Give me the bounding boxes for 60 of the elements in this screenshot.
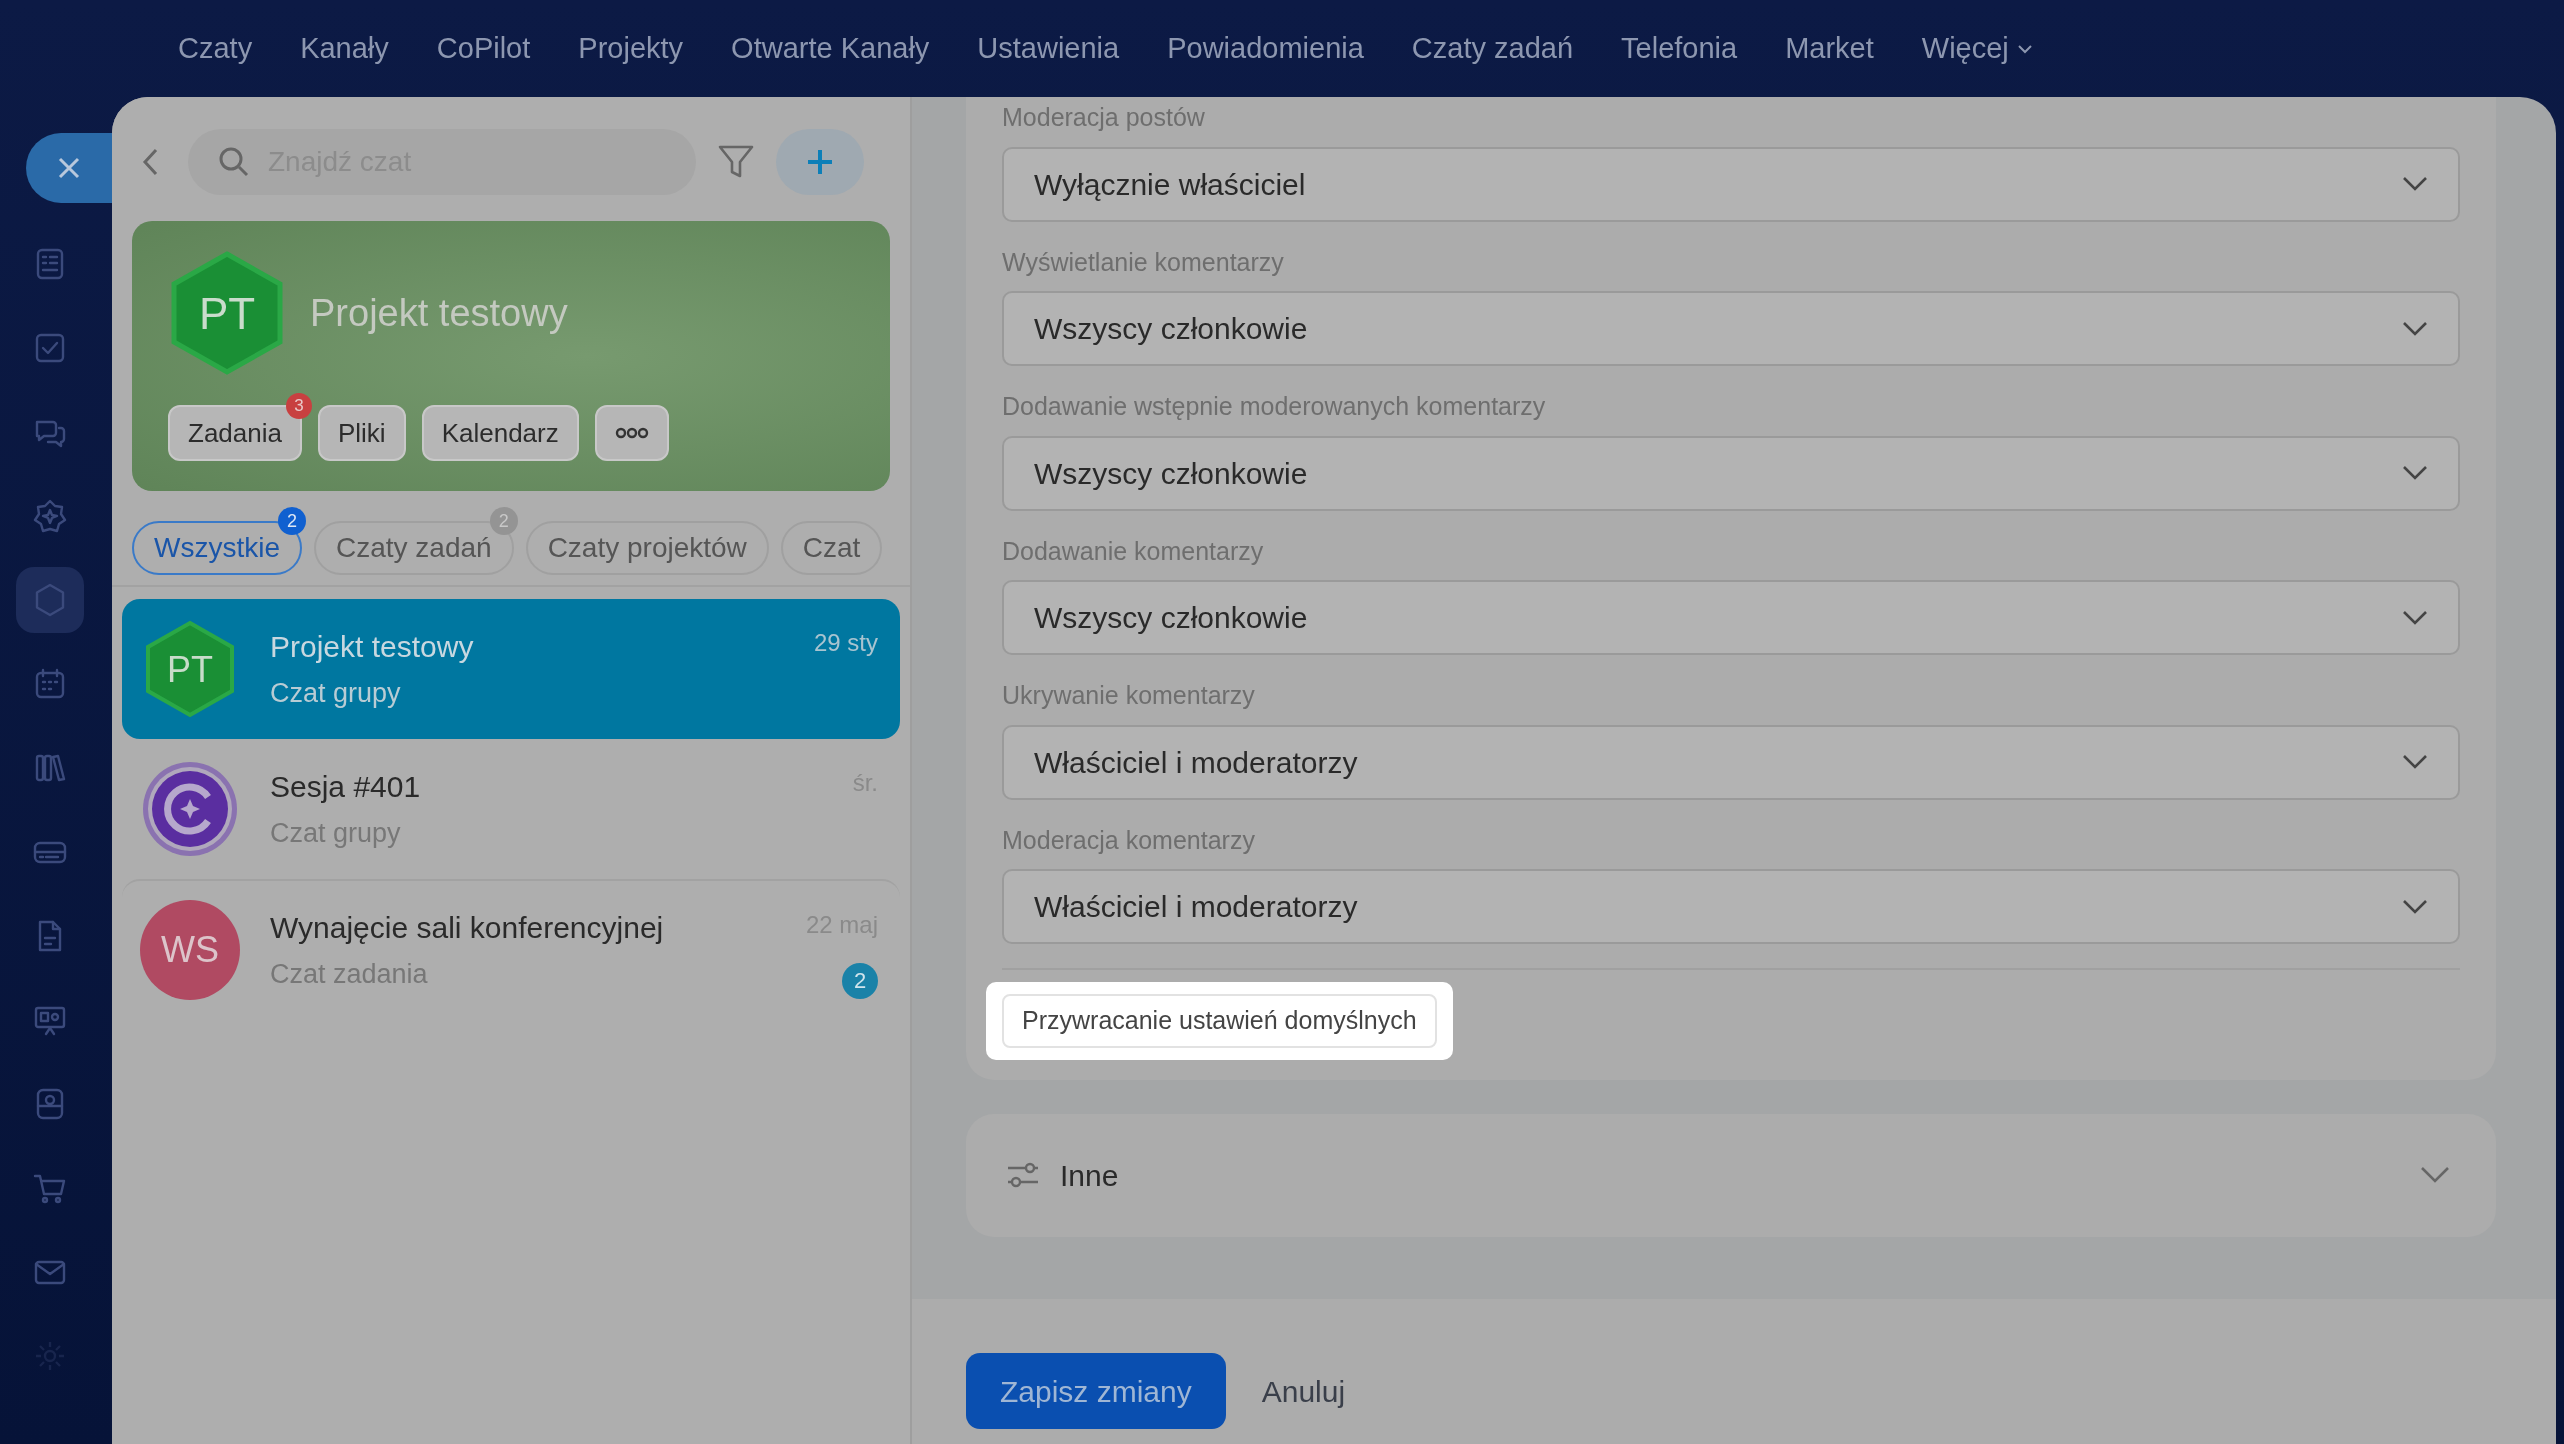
nav-link[interactable]: Telefonia	[1621, 26, 1738, 71]
select-field[interactable]: Właściciel i moderatorzy	[1002, 724, 2460, 800]
chat-date: 29 sty	[813, 628, 878, 658]
chat-subtitle: Czat grupy	[270, 677, 402, 711]
nav-link[interactable]: Czaty zadań	[1411, 26, 1574, 71]
filter-pill[interactable]: Czat	[780, 521, 883, 575]
nav-link[interactable]: Market	[1785, 26, 1874, 71]
counter-badge: 3	[285, 393, 312, 419]
more-icon	[614, 427, 649, 439]
select-field[interactable]: Wszyscy członkowie	[1002, 291, 2460, 366]
counter-badge: 2	[278, 507, 306, 535]
field-label: Wyświetlanie komentarzy	[1002, 246, 1285, 278]
chat-avatar: WS	[140, 900, 240, 1000]
sliders-icon	[1006, 1160, 1040, 1190]
filter-pill[interactable]: Czaty projektów	[525, 521, 769, 575]
collapsible-section[interactable]: Inne	[966, 1113, 2496, 1237]
chat-title: Projekt testowy	[270, 629, 475, 666]
save-button[interactable]: Zapisz zmiany	[966, 1353, 1226, 1430]
field-label: Dodawanie komentarzy	[1002, 535, 1265, 567]
field-label: Moderacja postów	[1002, 102, 1206, 133]
chevron-down-icon	[2402, 754, 2428, 770]
nav-link[interactable]: Projekty	[578, 26, 684, 71]
back-icon[interactable]	[142, 148, 158, 176]
sparkle-icon[interactable]	[32, 498, 68, 534]
select-field[interactable]: Właściciel i moderatorzy	[1002, 869, 2460, 944]
group-tab-button[interactable]: Kalendarz	[421, 405, 579, 461]
chevron-down-icon	[2402, 609, 2428, 626]
select-field[interactable]: Wyłącznie właściciel	[1002, 146, 2460, 222]
field-label: Dodawanie wstępnie moderowanych komentarzy	[1002, 391, 1547, 422]
field-label: Moderacja komentarzy	[1002, 824, 1256, 856]
nav-link[interactable]: CoPilot	[436, 26, 531, 71]
group-title: Projekt testowy	[310, 290, 568, 336]
nav-menu-link[interactable]: Więcej	[1921, 26, 2033, 71]
nav-link[interactable]: Otwarte Kanały	[731, 26, 930, 71]
search-icon	[218, 146, 250, 178]
chevron-down-icon	[2402, 320, 2428, 337]
cancel-button[interactable]: Anuluj	[1255, 1367, 1352, 1415]
chevron-down-icon	[2402, 465, 2428, 481]
more-button[interactable]	[594, 405, 669, 461]
nav-link[interactable]: Ustawienia	[977, 26, 1120, 71]
reset-defaults-button[interactable]: Przywracanie ustawień domyślnych	[1002, 994, 1437, 1048]
chevron-down-icon	[2402, 176, 2428, 192]
unread-badge: 2	[842, 963, 878, 999]
nav-link[interactable]: Kanały	[300, 26, 389, 71]
field-label: Ukrywanie komentarzy	[1002, 680, 1256, 711]
chat-list-item[interactable]: PT Projekt testowy Czat grupy 29 sty	[122, 599, 900, 739]
chevron-down-icon	[2402, 898, 2428, 915]
chat-title: Wynajęcie sali konferencyjnej	[270, 910, 665, 947]
filter-icon[interactable]	[718, 145, 754, 179]
nav-link[interactable]: Czaty	[178, 26, 253, 71]
chat-title: Sesja #401	[270, 769, 422, 806]
plus-icon	[806, 148, 834, 176]
group-tab-button[interactable]: Pliki	[317, 405, 406, 461]
select-field[interactable]: Wszyscy członkowie	[1002, 580, 2460, 655]
sidebar-item[interactable]	[16, 567, 84, 633]
chevron-down-icon	[2420, 1166, 2450, 1184]
close-icon	[57, 156, 81, 180]
nav-link[interactable]: Powiadomienia	[1167, 26, 1364, 71]
select-field[interactable]: Wszyscy członkowie	[1002, 435, 2460, 511]
close-button[interactable]	[26, 133, 112, 203]
